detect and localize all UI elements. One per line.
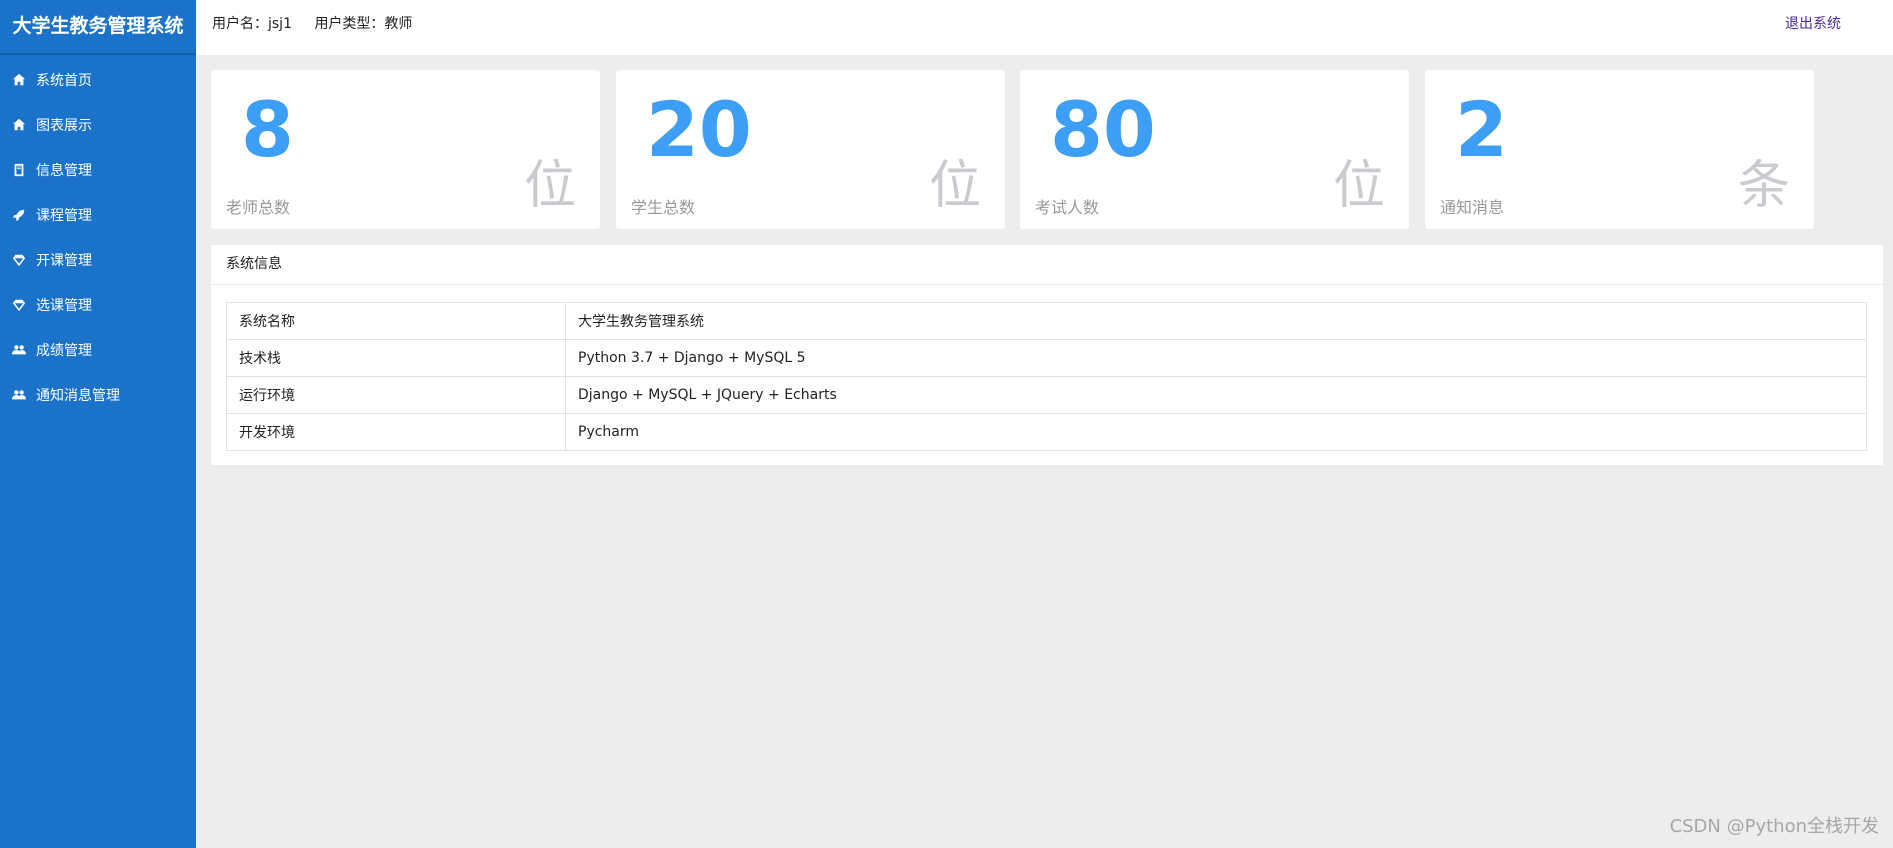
sidebar-item-label: 通知消息管理 bbox=[36, 387, 120, 404]
table-cell-value: Pycharm bbox=[565, 413, 1867, 451]
stat-unit: 位 bbox=[928, 156, 981, 216]
sidebar-item-grades[interactable]: 成绩管理 bbox=[0, 327, 196, 372]
table-row: 运行环境 Django + MySQL + JQuery + Echarts bbox=[226, 376, 1867, 414]
stat-value: 2 bbox=[1455, 85, 1508, 174]
stat-value: 20 bbox=[646, 85, 752, 174]
system-info-table: 系统名称 大学生教务管理系统 技术栈 Python 3.7 + Django +… bbox=[226, 302, 1867, 451]
table-cell-value: 大学生教务管理系统 bbox=[565, 302, 1867, 340]
book-icon bbox=[12, 163, 26, 177]
stat-card-notifications: 2 通知消息 条 bbox=[1425, 70, 1814, 229]
sidebar-item-courses[interactable]: 课程管理 bbox=[0, 192, 196, 237]
sidebar-item-label: 系统首页 bbox=[36, 72, 92, 89]
app-title: 大学生教务管理系统 bbox=[0, 0, 196, 55]
stat-label: 通知消息 bbox=[1440, 198, 1505, 217]
stat-unit: 条 bbox=[1737, 156, 1790, 216]
table-row: 系统名称 大学生教务管理系统 bbox=[226, 302, 1867, 340]
usertype-label: 用户类型： bbox=[314, 16, 385, 32]
panel-title: 系统信息 bbox=[211, 245, 1883, 285]
users-icon bbox=[12, 343, 26, 357]
stat-value: 8 bbox=[241, 85, 294, 174]
sidebar-item-label: 选课管理 bbox=[36, 297, 92, 314]
sidebar-item-course-selection[interactable]: 选课管理 bbox=[0, 282, 196, 327]
sidebar-item-label: 成绩管理 bbox=[36, 342, 92, 359]
table-cell-key: 运行环境 bbox=[226, 376, 566, 414]
sidebar-item-label: 图表展示 bbox=[36, 117, 92, 134]
stat-label: 考试人数 bbox=[1035, 198, 1100, 217]
top-header: 用户名：jsj1 用户类型：教师 退出系统 bbox=[196, 0, 1893, 55]
stat-label: 学生总数 bbox=[631, 198, 696, 217]
watermark: CSDN @Python全栈开发 bbox=[1669, 816, 1879, 837]
sidebar-item-label: 信息管理 bbox=[36, 162, 92, 179]
sidebar-item-label: 课程管理 bbox=[36, 207, 92, 224]
stat-label: 老师总数 bbox=[226, 198, 291, 217]
username-label: 用户名： bbox=[212, 16, 268, 32]
home-icon bbox=[12, 73, 26, 87]
diamond-icon bbox=[12, 253, 26, 267]
home-icon bbox=[12, 118, 26, 132]
stat-card-exams: 80 考试人数 位 bbox=[1020, 70, 1409, 229]
table-row: 开发环境 Pycharm bbox=[226, 413, 1867, 451]
table-cell-key: 技术栈 bbox=[226, 339, 566, 377]
system-info-panel: 系统信息 系统名称 大学生教务管理系统 技术栈 Python 3.7 + Dja… bbox=[211, 245, 1883, 465]
diamond-icon bbox=[12, 298, 26, 312]
sidebar-item-charts[interactable]: 图表展示 bbox=[0, 102, 196, 147]
sidebar-nav: 系统首页 图表展示 信息管理 课程管理 开课管理 选课管理 成绩管理 通知消息管… bbox=[0, 57, 196, 417]
sidebar: 大学生教务管理系统 系统首页 图表展示 信息管理 课程管理 开课管理 选课管理 … bbox=[0, 0, 196, 848]
stat-unit: 位 bbox=[523, 156, 576, 216]
logout-link[interactable]: 退出系统 bbox=[1785, 0, 1841, 49]
usertype-value: 教师 bbox=[384, 16, 413, 32]
stat-unit: 位 bbox=[1332, 156, 1385, 216]
stat-card-students: 20 学生总数 位 bbox=[616, 70, 1005, 229]
sidebar-item-home[interactable]: 系统首页 bbox=[0, 57, 196, 102]
table-cell-key: 系统名称 bbox=[226, 302, 566, 340]
table-cell-value: Django + MySQL + JQuery + Echarts bbox=[565, 376, 1867, 414]
username-value: jsj1 bbox=[268, 16, 292, 32]
users-icon bbox=[12, 388, 26, 402]
table-row: 技术栈 Python 3.7 + Django + MySQL 5 bbox=[226, 339, 1867, 377]
user-info: 用户名：jsj1 用户类型：教师 bbox=[212, 0, 430, 49]
sidebar-item-open-course[interactable]: 开课管理 bbox=[0, 237, 196, 282]
sidebar-item-info[interactable]: 信息管理 bbox=[0, 147, 196, 192]
stat-value: 80 bbox=[1050, 85, 1156, 174]
rocket-icon bbox=[12, 208, 26, 222]
stat-card-teachers: 8 老师总数 位 bbox=[211, 70, 600, 229]
table-cell-value: Python 3.7 + Django + MySQL 5 bbox=[565, 339, 1867, 377]
sidebar-item-label: 开课管理 bbox=[36, 252, 92, 269]
sidebar-item-notifications[interactable]: 通知消息管理 bbox=[0, 372, 196, 417]
table-cell-key: 开发环境 bbox=[226, 413, 566, 451]
